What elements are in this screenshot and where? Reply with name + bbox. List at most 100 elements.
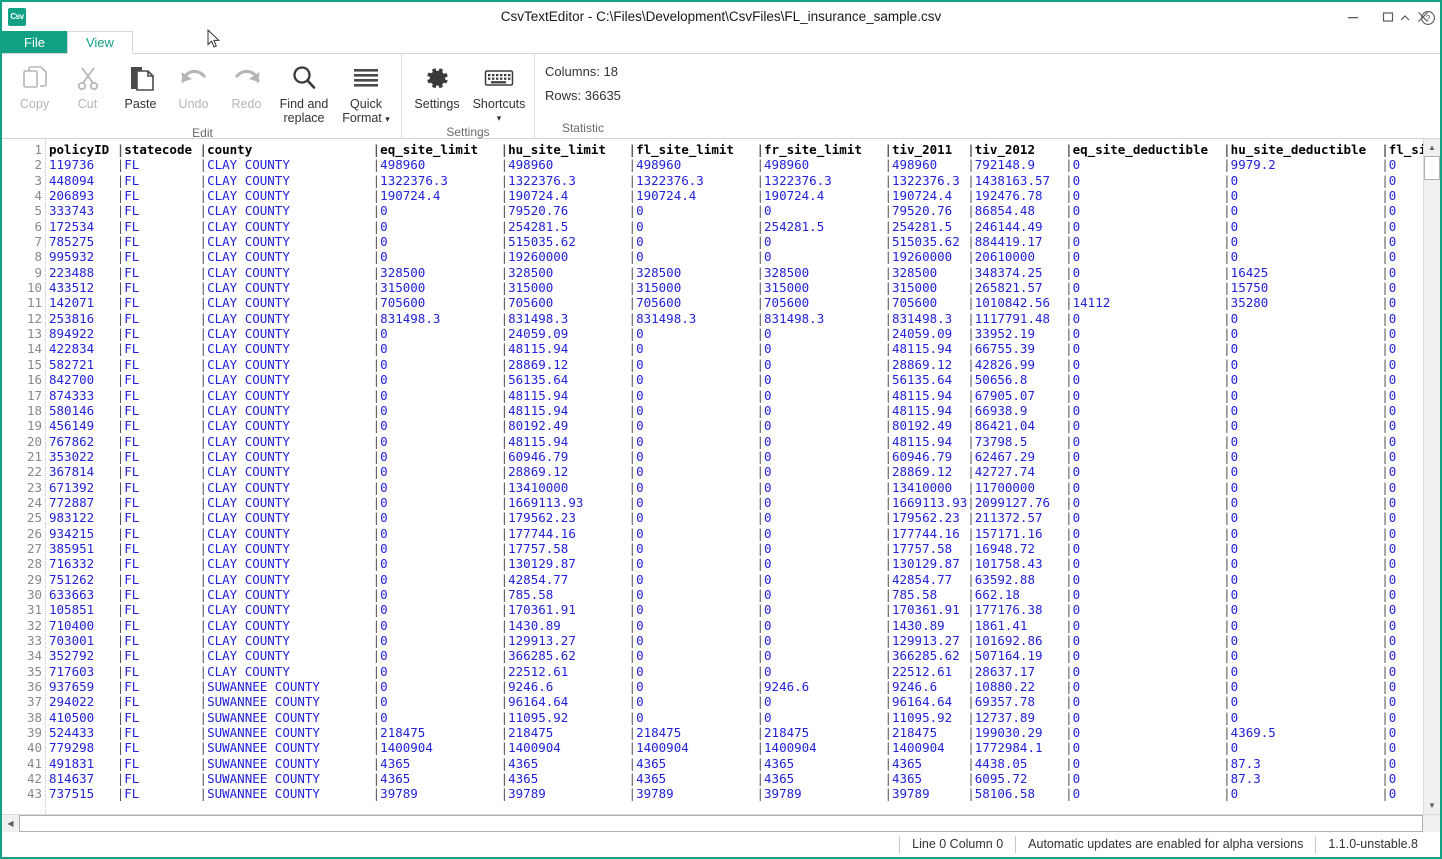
csv-data-row[interactable]: 703001 |FL |CLAY COUNTY |0 |129913.27 |0… — [49, 633, 1423, 648]
csv-data-row[interactable]: 524433 |FL |SUWANNEE COUNTY |218475 |218… — [49, 725, 1423, 740]
cut-button[interactable]: Cut — [61, 58, 114, 111]
update-message: Automatic updates are enabled for alpha … — [1015, 836, 1315, 853]
svg-text:?: ? — [1426, 13, 1431, 23]
shortcuts-button[interactable]: Shortcuts ▾ — [468, 58, 530, 125]
rows-label: Rows: — [545, 88, 582, 103]
csv-data-row[interactable]: 874333 |FL |CLAY COUNTY |0 |48115.94 |0 … — [49, 388, 1423, 403]
csv-data-row[interactable]: 716332 |FL |CLAY COUNTY |0 |130129.87 |0… — [49, 556, 1423, 571]
line-number: 24 — [26, 494, 42, 510]
rows-stat: Rows: 36635 — [545, 88, 621, 103]
line-number: 1 — [34, 142, 42, 157]
vertical-scroll-thumb[interactable] — [1424, 156, 1440, 180]
csv-data-row[interactable]: 842700 |FL |CLAY COUNTY |0 |56135.64 |0 … — [49, 372, 1423, 387]
application-window: Csv CsvTextEditor - C:\Files\Development… — [0, 0, 1442, 859]
chevron-down-icon[interactable]: ▾ — [385, 114, 390, 124]
csv-data-row[interactable]: 937659 |FL |SUWANNEE COUNTY |0 |9246.6 |… — [49, 679, 1423, 694]
csv-data-row[interactable]: 119736 |FL |CLAY COUNTY |498960 |498960 … — [49, 157, 1423, 172]
collapse-ribbon-icon[interactable] — [1398, 11, 1412, 25]
csv-data-row[interactable]: 983122 |FL |CLAY COUNTY |0 |179562.23 |0… — [49, 510, 1423, 525]
undo-icon — [179, 61, 209, 95]
line-number: 26 — [26, 525, 42, 541]
line-number: 42 — [26, 771, 42, 787]
csv-data-row[interactable]: 995932 |FL |CLAY COUNTY |0 |19260000 |0 … — [49, 249, 1423, 264]
csv-data-row[interactable]: 333743 |FL |CLAY COUNTY |0 |79520.76 |0 … — [49, 203, 1423, 218]
csv-data-row[interactable]: 456149 |FL |CLAY COUNTY |0 |80192.49 |0 … — [49, 418, 1423, 433]
vertical-scrollbar[interactable]: ▲ ▼ — [1423, 139, 1440, 814]
csv-data-row[interactable]: 433512 |FL |CLAY COUNTY |315000 |315000 … — [49, 280, 1423, 295]
tab-file[interactable]: File — [2, 31, 67, 53]
ribbon-group-settings: Settings Shortcuts ▾ Settings — [401, 54, 534, 139]
paste-icon — [126, 61, 156, 95]
csv-data-row[interactable]: 582721 |FL |CLAY COUNTY |0 |28869.12 |0 … — [49, 357, 1423, 372]
csv-data-row[interactable]: 671392 |FL |CLAY COUNTY |0 |13410000 |0 … — [49, 480, 1423, 495]
line-number: 3 — [34, 172, 42, 188]
settings-button[interactable]: Settings — [406, 58, 468, 111]
csv-data-row[interactable]: 294022 |FL |SUWANNEE COUNTY |0 |96164.64… — [49, 694, 1423, 709]
csv-data-row[interactable]: 767862 |FL |CLAY COUNTY |0 |48115.94 |0 … — [49, 434, 1423, 449]
help-icon[interactable]: ? — [1420, 10, 1436, 26]
csv-data-row[interactable]: 352792 |FL |CLAY COUNTY |0 |366285.62 |0… — [49, 648, 1423, 663]
ribbon-empty-area — [631, 54, 1440, 138]
scroll-down-arrow[interactable]: ▼ — [1424, 797, 1440, 814]
quick-format-button[interactable]: Quick Format ▾ — [335, 58, 397, 126]
csv-data-row[interactable]: 353022 |FL |CLAY COUNTY |0 |60946.79 |0 … — [49, 449, 1423, 464]
line-number: 40 — [26, 740, 42, 756]
tab-strip-filler — [133, 31, 1440, 53]
ribbon-corner-buttons: ? — [1398, 10, 1436, 26]
csv-data-row[interactable]: 410500 |FL |SUWANNEE COUNTY |0 |11095.92… — [49, 710, 1423, 725]
csv-data-row[interactable]: 105851 |FL |CLAY COUNTY |0 |170361.91 |0… — [49, 602, 1423, 617]
csv-data-row[interactable]: 772887 |FL |CLAY COUNTY |0 |1669113.93 |… — [49, 495, 1423, 510]
chevron-down-icon-shortcuts[interactable]: ▾ — [473, 111, 526, 125]
paste-button[interactable]: Paste — [114, 58, 167, 111]
csv-data-row[interactable]: 737515 |FL |SUWANNEE COUNTY |39789 |3978… — [49, 786, 1423, 801]
line-number: 41 — [26, 755, 42, 771]
ribbon-tab-strip: File View ? — [2, 11, 1440, 54]
undo-button[interactable]: Undo — [167, 58, 220, 111]
csv-data-row[interactable]: 422834 |FL |CLAY COUNTY |0 |48115.94 |0 … — [49, 341, 1423, 356]
horizontal-scroll-thumb[interactable] — [19, 815, 1423, 832]
scroll-up-arrow[interactable]: ▲ — [1424, 139, 1440, 156]
tab-view[interactable]: View — [66, 31, 133, 54]
line-number: 33 — [26, 633, 42, 648]
csv-data-row[interactable]: 142071 |FL |CLAY COUNTY |705600 |705600 … — [49, 295, 1423, 310]
csv-data-row[interactable]: 253816 |FL |CLAY COUNTY |831498.3 |83149… — [49, 311, 1423, 326]
csv-data-row[interactable]: 580146 |FL |CLAY COUNTY |0 |48115.94 |0 … — [49, 403, 1423, 418]
minimize-button[interactable] — [1335, 2, 1370, 31]
copy-button[interactable]: Copy — [8, 58, 61, 111]
copy-button-label: Copy — [19, 97, 50, 111]
csv-data-row[interactable]: 779298 |FL |SUWANNEE COUNTY |1400904 |14… — [49, 740, 1423, 755]
csv-data-row[interactable]: 172534 |FL |CLAY COUNTY |0 |254281.5 |0 … — [49, 219, 1423, 234]
vertical-scroll-track[interactable] — [1424, 180, 1440, 797]
csv-data-row[interactable]: 814637 |FL |SUWANNEE COUNTY |4365 |4365 … — [49, 771, 1423, 786]
scroll-left-arrow[interactable]: ◀ — [2, 815, 19, 832]
line-number: 5 — [34, 203, 42, 219]
line-number: 43 — [26, 786, 42, 802]
csv-data-row[interactable]: 367814 |FL |CLAY COUNTY |0 |28869.12 |0 … — [49, 464, 1423, 479]
line-number: 34 — [26, 648, 42, 664]
csv-data-row[interactable]: 491831 |FL |SUWANNEE COUNTY |4365 |4365 … — [49, 756, 1423, 771]
csv-data-row[interactable]: 717603 |FL |CLAY COUNTY |0 |22512.61 |0 … — [49, 664, 1423, 679]
csv-data-row[interactable]: 785275 |FL |CLAY COUNTY |0 |515035.62 |0… — [49, 234, 1423, 249]
redo-button[interactable]: Redo — [220, 58, 273, 111]
line-number: 16 — [26, 372, 42, 388]
settings-button-label: Settings — [414, 97, 460, 111]
horizontal-scrollbar[interactable]: ◀ — [2, 814, 1440, 832]
csv-data-row[interactable]: 223488 |FL |CLAY COUNTY |328500 |328500 … — [49, 265, 1423, 280]
csv-text-editor[interactable]: 1 2 3 4 5 6 7 8 9 10 11 12 13 14 15 16 17 18 19 20 21 22 23 24 2… — [2, 139, 1423, 814]
find-and-replace-button[interactable]: Find and replace — [273, 58, 335, 125]
search-icon — [290, 61, 318, 95]
csv-content[interactable]: policyID |statecode |county |eq_site_lim… — [46, 139, 1423, 814]
csv-data-row[interactable]: 751262 |FL |CLAY COUNTY |0 |42854.77 |0 … — [49, 572, 1423, 587]
line-number: 32 — [26, 617, 42, 633]
csv-data-row[interactable]: 710400 |FL |CLAY COUNTY |0 |1430.89 |0 |… — [49, 618, 1423, 633]
csv-data-row[interactable]: 206893 |FL |CLAY COUNTY |190724.4 |19072… — [49, 188, 1423, 203]
csv-header-row[interactable]: policyID |statecode |county |eq_site_lim… — [49, 142, 1423, 157]
csv-data-row[interactable]: 448094 |FL |CLAY COUNTY |1322376.3 |1322… — [49, 173, 1423, 188]
csv-data-row[interactable]: 385951 |FL |CLAY COUNTY |0 |17757.58 |0 … — [49, 541, 1423, 556]
csv-data-row[interactable]: 894922 |FL |CLAY COUNTY |0 |24059.09 |0 … — [49, 326, 1423, 341]
csv-data-row[interactable]: 934215 |FL |CLAY COUNTY |0 |177744.16 |0… — [49, 526, 1423, 541]
columns-label: Columns: — [545, 64, 600, 79]
csv-data-row[interactable]: 633663 |FL |CLAY COUNTY |0 |785.58 |0 |0… — [49, 587, 1423, 602]
line-number: 27 — [26, 540, 42, 556]
cut-icon — [74, 61, 102, 95]
